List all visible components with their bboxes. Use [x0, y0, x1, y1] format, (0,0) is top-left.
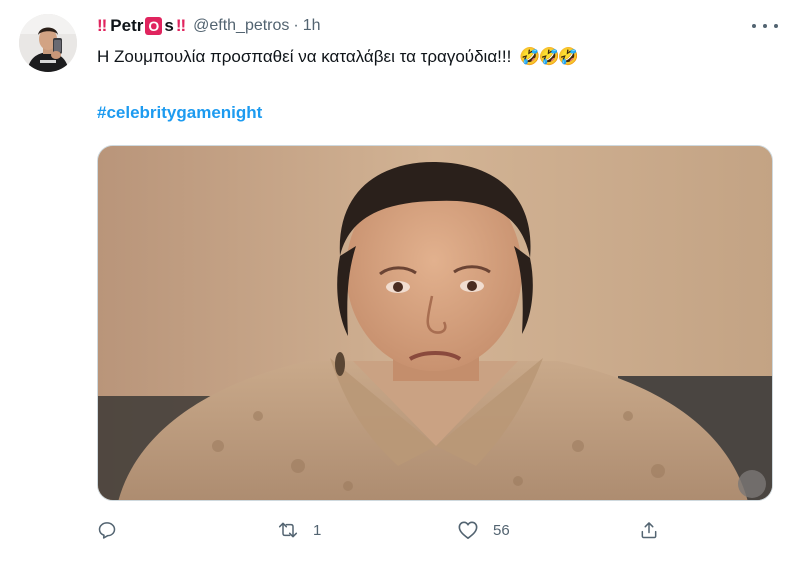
photo-of-woman — [98, 146, 772, 500]
avatar[interactable] — [19, 14, 77, 72]
display-name-part: s — [164, 16, 174, 35]
separator-dot: · — [293, 17, 299, 34]
double-exclamation-emoji: ‼ — [97, 16, 107, 35]
like-count: 56 — [493, 521, 510, 539]
like-button[interactable]: 56 — [457, 512, 510, 548]
share-upload-icon — [641, 522, 657, 539]
tweet-text-body: Η Ζουμπουλία προσπαθεί να καταλάβει τα τ… — [97, 47, 512, 66]
heart-icon — [458, 521, 478, 539]
tweet-header: ‼ Petr O s ‼ @efth_petros · 1h — [97, 13, 770, 39]
retweet-button[interactable]: 1 — [277, 512, 321, 548]
retweet-arrows-icon — [278, 522, 298, 538]
display-name-part: Petr — [110, 16, 144, 35]
user-handle[interactable]: @efth_petros — [193, 17, 289, 35]
share-button[interactable] — [639, 512, 673, 548]
timestamp[interactable]: 1h — [303, 17, 321, 35]
avatar-image — [19, 14, 77, 72]
hashtag-link[interactable]: #celebritygamenight — [97, 103, 262, 123]
tweet-actions: 1 56 — [97, 512, 677, 548]
display-name-boxed-letter: O — [145, 17, 163, 35]
tweet-text: Η Ζουμπουλία προσπαθεί να καταλάβει τα τ… — [97, 47, 579, 67]
retweet-count: 1 — [313, 521, 322, 539]
speech-bubble-icon — [98, 522, 116, 539]
media-image[interactable] — [97, 145, 773, 501]
display-name[interactable]: Petr O s — [110, 16, 174, 36]
tweet: ‼ Petr O s ‼ @efth_petros · 1h Η Ζουμπου… — [0, 0, 800, 564]
reply-button[interactable] — [97, 512, 131, 548]
rofl-emoji: 🤣🤣🤣 — [519, 47, 578, 66]
double-exclamation-emoji: ‼ — [175, 16, 186, 35]
more-horizontal-icon[interactable] — [752, 16, 778, 36]
